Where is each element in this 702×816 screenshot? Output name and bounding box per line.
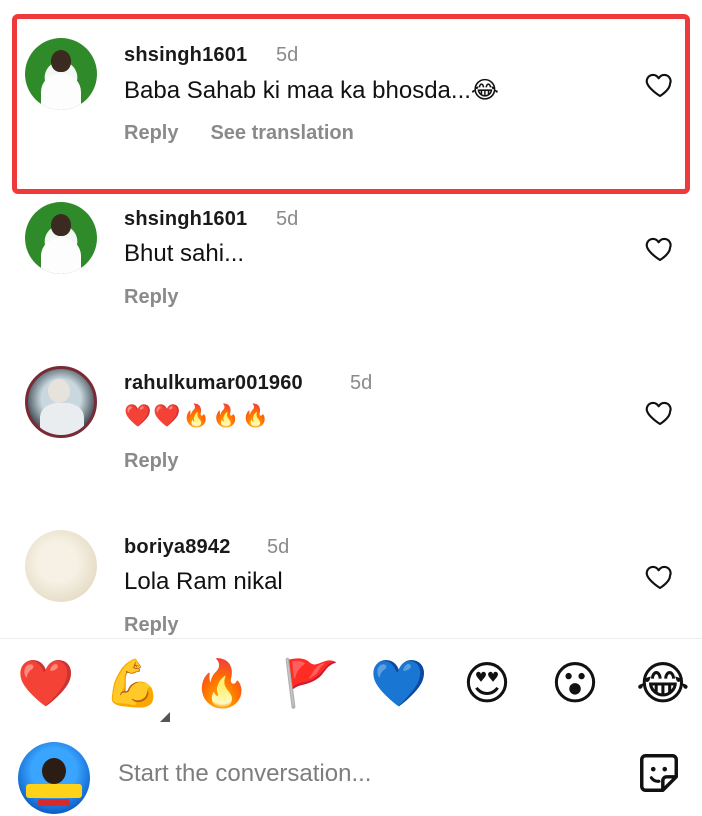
comment-actions: Reply: [124, 450, 178, 473]
comment-text: Lola Ram nikal: [124, 568, 283, 595]
reaction-red-flag[interactable]: 🚩: [281, 652, 341, 714]
reaction-astonished[interactable]: 😮: [545, 652, 605, 714]
heart-outline-icon[interactable]: [643, 68, 677, 100]
comment-time: 5d: [350, 372, 373, 394]
reaction-heart-eyes[interactable]: 😍: [457, 652, 517, 714]
comment-input[interactable]: [118, 756, 598, 792]
reaction-flexed-biceps[interactable]: 💪: [103, 652, 163, 714]
comment-text: ❤️❤️🔥🔥🔥: [124, 404, 271, 429]
comment-text: Bhut sahi...: [124, 240, 245, 267]
comment-time: 5d: [276, 44, 299, 66]
avatar[interactable]: [25, 202, 97, 274]
reply-button[interactable]: Reply: [124, 286, 178, 308]
see-translation-button[interactable]: See translation: [210, 122, 353, 144]
comment-username[interactable]: boriya8942: [124, 536, 231, 559]
heart-outline-icon[interactable]: [643, 396, 677, 428]
comment-item: shsingh1601 5d Baba Sahab ki maa ka bhos…: [0, 38, 702, 202]
avatar[interactable]: [25, 38, 97, 110]
reaction-heart[interactable]: ❤️: [16, 652, 76, 714]
reply-button[interactable]: Reply: [124, 122, 178, 144]
heart-outline-icon[interactable]: [643, 232, 677, 264]
comment-composer: [0, 728, 702, 816]
avatar[interactable]: [25, 530, 97, 602]
sticker-icon[interactable]: [636, 750, 682, 796]
quick-reaction-bar: ❤️ 💪 🔥 🚩 💙 😍 😮 😂: [0, 652, 702, 722]
divider: [0, 638, 702, 639]
skin-tone-indicator-icon[interactable]: [160, 712, 170, 722]
reaction-tears-of-joy[interactable]: 😂: [633, 652, 693, 714]
current-user-avatar: [18, 742, 90, 814]
avatar[interactable]: [25, 366, 97, 438]
reaction-fire[interactable]: 🔥: [192, 652, 252, 714]
comment-actions: Reply: [124, 614, 178, 637]
comment-username[interactable]: shsingh1601: [124, 208, 247, 231]
heart-outline-icon[interactable]: [643, 560, 677, 592]
comment-text: Baba Sahab ki maa ka bhosda...😂: [124, 76, 499, 104]
comment-time: 5d: [276, 208, 299, 230]
comment-time: 5d: [267, 536, 290, 558]
comment-item: shsingh1601 5d Bhut sahi... Reply: [0, 202, 702, 366]
comment-actions: Reply See translation: [124, 122, 354, 145]
reaction-blue-heart[interactable]: 💙: [369, 652, 429, 714]
reply-button[interactable]: Reply: [124, 450, 178, 472]
comment-item: rahulkumar001960 5d ❤️❤️🔥🔥🔥 Reply: [0, 366, 702, 530]
reply-button[interactable]: Reply: [124, 614, 178, 636]
comment-username[interactable]: shsingh1601: [124, 44, 247, 67]
comment-username[interactable]: rahulkumar001960: [124, 372, 303, 395]
comment-actions: Reply: [124, 286, 178, 309]
